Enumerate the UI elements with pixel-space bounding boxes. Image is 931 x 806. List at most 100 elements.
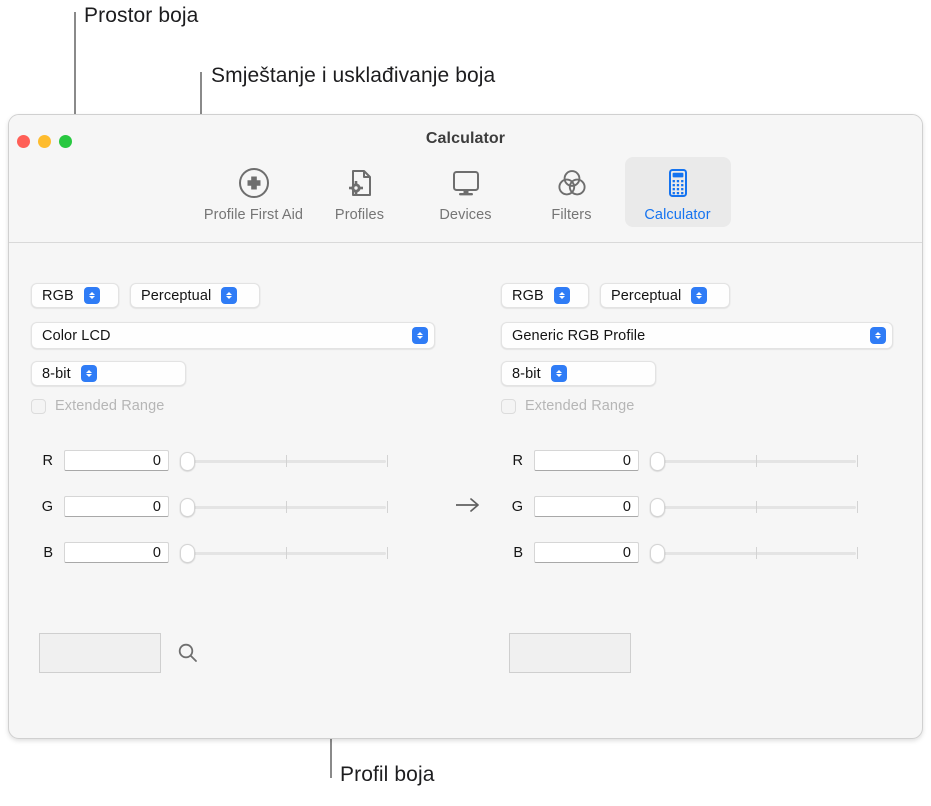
- source-rendering-intent-popup[interactable]: Perceptual: [130, 283, 260, 308]
- source-channel-sliders: R 0 G 0 B 0: [31, 446, 388, 584]
- toolbar-item-calculator[interactable]: Calculator: [624, 157, 731, 227]
- slider-tick-mid: [756, 500, 757, 513]
- slider-tick-mid: [286, 546, 287, 559]
- destination-channel-slider-r[interactable]: [650, 450, 858, 472]
- slider-thumb[interactable]: [180, 451, 195, 471]
- destination-extended-range-checkbox[interactable]: [501, 398, 516, 414]
- source-channel-row-g: G 0: [31, 492, 388, 521]
- source-channel-label: G: [41, 498, 53, 515]
- callout-label-color-matching: Smještanje i usklađivanje boja: [211, 64, 496, 87]
- toolbar-item-profiles[interactable]: Profiles: [307, 157, 413, 227]
- destination-channel-label: G: [511, 498, 523, 515]
- slider-tick-end: [387, 454, 388, 467]
- destination-channel-input-r[interactable]: 0: [534, 450, 639, 471]
- toolbar-item-label: Calculator: [644, 207, 711, 223]
- toolbar-item-label: Profile First Aid: [203, 207, 304, 223]
- conversion-arrow-icon: [454, 495, 484, 515]
- source-channel-row-r: R 0: [31, 446, 388, 475]
- destination-channel-label: B: [513, 544, 523, 561]
- calculator-body: RGB Perceptual Color LCD 8-bit Extended …: [9, 243, 922, 738]
- slider-tick-end: [857, 500, 858, 513]
- destination-channel-slider-b[interactable]: [650, 542, 858, 564]
- source-channel-input-b[interactable]: 0: [64, 542, 169, 563]
- source-channel-label: B: [43, 544, 53, 561]
- colorsync-utility-window: Calculator Profile First Aid Profiles De…: [8, 114, 923, 739]
- toolbar: Profile First Aid Profiles Devices Filte…: [9, 157, 922, 227]
- slider-tick-mid: [286, 500, 287, 513]
- destination-channel-sliders: R 0 G 0 B 0: [501, 446, 858, 584]
- toolbar-item-profile-first-aid[interactable]: Profile First Aid: [201, 157, 307, 227]
- source-extended-range-row[interactable]: Extended Range: [31, 398, 164, 414]
- source-channel-row-b: B 0: [31, 538, 388, 567]
- destination-bit-depth-popup[interactable]: 8-bit: [501, 361, 656, 386]
- circle-plus-icon: [237, 163, 271, 203]
- source-channel-input-g[interactable]: 0: [64, 496, 169, 517]
- source-channel-slider-r[interactable]: [180, 450, 388, 472]
- toolbar-item-label: Profiles: [334, 207, 385, 223]
- destination-channel-label: R: [512, 452, 523, 469]
- source-swatch-row: [39, 633, 199, 673]
- source-color-space-popup[interactable]: RGB: [31, 283, 119, 308]
- slider-tick-end: [387, 500, 388, 513]
- source-channel-input-r[interactable]: 0: [64, 450, 169, 471]
- destination-space-intent-row: RGB Perceptual: [501, 283, 730, 308]
- slider-thumb[interactable]: [650, 497, 665, 517]
- toolbar-item-devices[interactable]: Devices: [413, 157, 519, 227]
- source-channel-label: R: [42, 452, 53, 469]
- chevron-updown-icon: [870, 327, 886, 344]
- destination-color-profile-popup[interactable]: Generic RGB Profile: [501, 322, 893, 349]
- slider-tick-end: [387, 546, 388, 559]
- destination-channel-input-b[interactable]: 0: [534, 542, 639, 563]
- destination-channel-input-g[interactable]: 0: [534, 496, 639, 517]
- source-extended-range-label: Extended Range: [55, 398, 165, 414]
- slider-thumb[interactable]: [650, 451, 665, 471]
- destination-channel-row-g: G 0: [501, 492, 858, 521]
- window-title: Calculator: [425, 130, 506, 147]
- chevron-updown-icon: [550, 365, 567, 382]
- destination-rendering-intent-value: Perceptual: [611, 287, 682, 304]
- window-titlebar: Calculator Profile First Aid Profiles De…: [9, 115, 922, 243]
- callout-label-color-profile: Profil boja: [340, 763, 435, 786]
- source-space-intent-row: RGB Perceptual: [31, 283, 260, 308]
- slider-thumb[interactable]: [180, 543, 195, 563]
- slider-tick-mid: [756, 546, 757, 559]
- callout-label-color-space: Prostor boja: [84, 4, 199, 27]
- destination-color-space-value: RGB: [512, 287, 544, 304]
- chevron-updown-icon: [553, 287, 570, 304]
- source-channel-slider-g[interactable]: [180, 496, 388, 518]
- source-bit-depth-value: 8-bit: [42, 365, 71, 382]
- source-rendering-intent-value: Perceptual: [141, 287, 212, 304]
- source-bit-depth-popup[interactable]: 8-bit: [31, 361, 186, 386]
- source-color-profile-popup[interactable]: Color LCD: [31, 322, 435, 349]
- destination-color-space-popup[interactable]: RGB: [501, 283, 589, 308]
- slider-tick-end: [857, 546, 858, 559]
- destination-color-profile-value: Generic RGB Profile: [512, 327, 646, 344]
- destination-rendering-intent-popup[interactable]: Perceptual: [600, 283, 730, 308]
- document-gear-icon: [343, 163, 377, 203]
- slider-tick-end: [857, 454, 858, 467]
- slider-thumb[interactable]: [650, 543, 665, 563]
- chevron-updown-icon: [83, 287, 100, 304]
- destination-channel-row-b: B 0: [501, 538, 858, 567]
- source-color-swatch[interactable]: [39, 633, 161, 673]
- slider-thumb[interactable]: [180, 497, 195, 517]
- chevron-updown-icon: [80, 365, 97, 382]
- source-channel-slider-b[interactable]: [180, 542, 388, 564]
- destination-channel-slider-g[interactable]: [650, 496, 858, 518]
- calculator-icon: [661, 163, 695, 203]
- source-color-space-value: RGB: [42, 287, 74, 304]
- toolbar-item-filters[interactable]: Filters: [519, 157, 625, 227]
- source-color-profile-value: Color LCD: [42, 327, 111, 344]
- destination-swatch-row: [509, 633, 631, 673]
- magnifier-icon[interactable]: [177, 642, 199, 664]
- destination-extended-range-label: Extended Range: [525, 398, 635, 414]
- slider-tick-mid: [286, 454, 287, 467]
- source-extended-range-checkbox[interactable]: [31, 398, 46, 414]
- display-monitor-icon: [449, 163, 483, 203]
- chevron-updown-icon: [691, 287, 708, 304]
- destination-color-swatch[interactable]: [509, 633, 631, 673]
- toolbar-item-label: Filters: [551, 207, 592, 223]
- venn-circles-icon: [555, 163, 589, 203]
- chevron-updown-icon: [221, 287, 238, 304]
- destination-extended-range-row[interactable]: Extended Range: [501, 398, 634, 414]
